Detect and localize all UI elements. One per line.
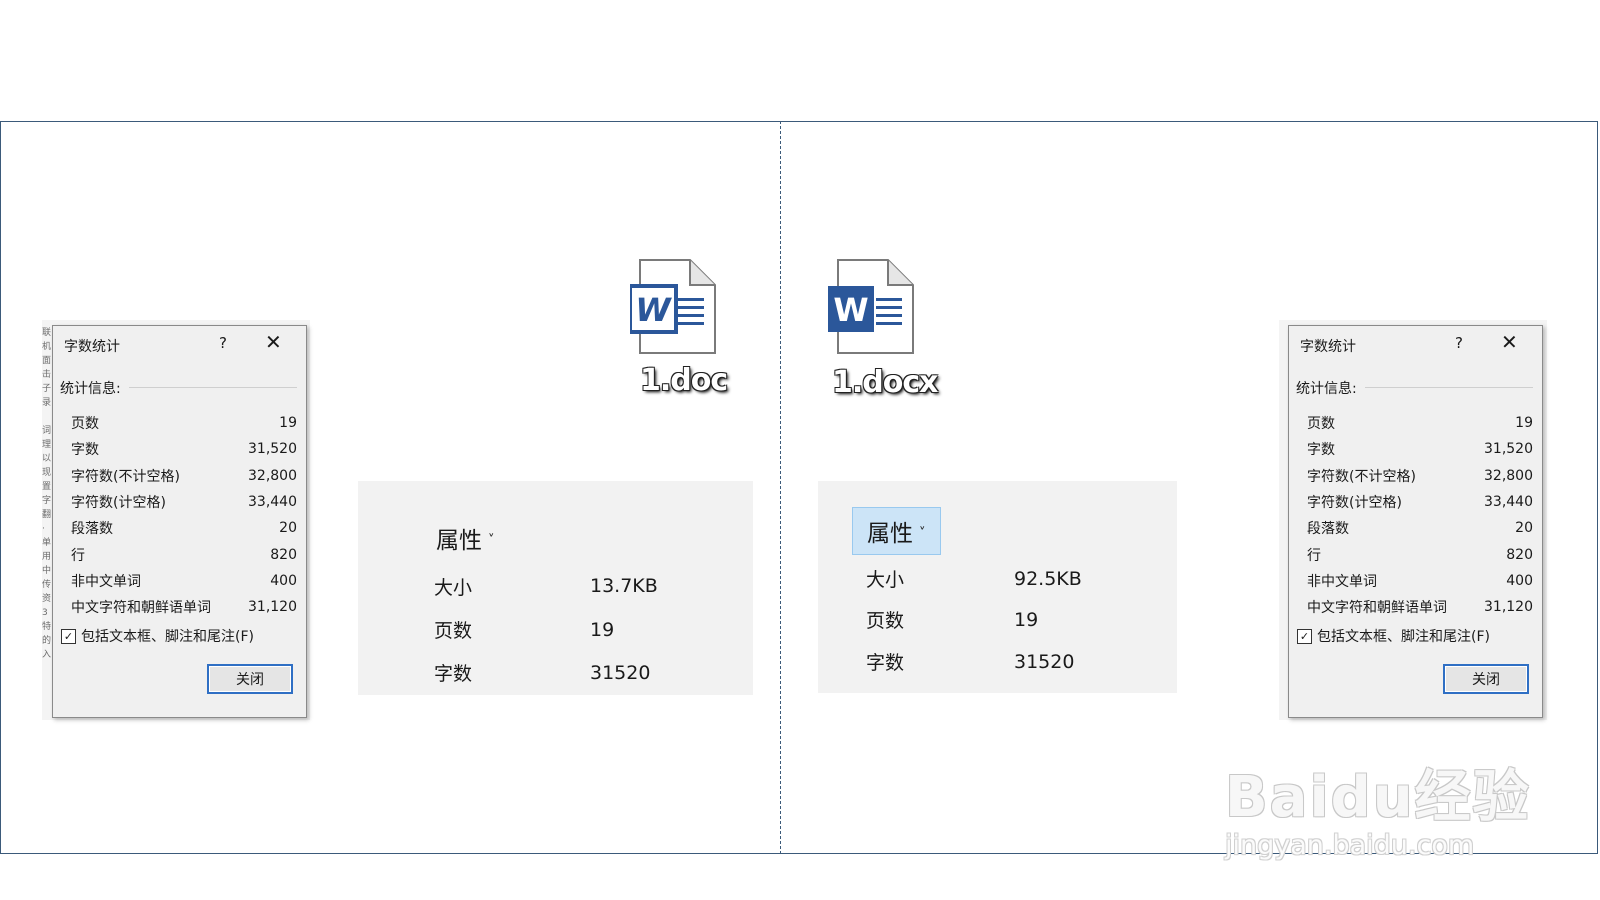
close-icon[interactable]: ✕ bbox=[265, 332, 282, 352]
stat-row: 中文字符和朝鲜语单词 31,120 bbox=[1307, 594, 1533, 620]
properties-title: 属性 bbox=[436, 528, 482, 554]
stat-label: 非中文单词 bbox=[71, 573, 141, 590]
word-docx-icon[interactable]: W bbox=[828, 258, 918, 358]
stat-value: 20 bbox=[1515, 520, 1533, 537]
stat-label: 中文字符和朝鲜语单词 bbox=[1307, 600, 1447, 617]
property-value: 31520 bbox=[1014, 651, 1075, 673]
baidu-watermark: Baidu经验 bbox=[1225, 765, 1531, 830]
stat-row: 字数 31,520 bbox=[1307, 436, 1533, 462]
stat-row: 字符数(计空格) 33,440 bbox=[1307, 489, 1533, 515]
stat-value: 19 bbox=[279, 415, 297, 432]
stat-label: 页数 bbox=[71, 416, 99, 433]
stat-value: 31,120 bbox=[248, 599, 297, 616]
stat-label: 字数 bbox=[1307, 442, 1335, 459]
property-label: 大小 bbox=[866, 569, 905, 591]
stat-label: 行 bbox=[1307, 547, 1321, 564]
stat-label: 中文字符和朝鲜语单词 bbox=[71, 600, 211, 617]
stats-list: 页数 19 字数 31,520 字符数(不计空格) 32,800 字符数(计空格) 33… bbox=[1307, 410, 1533, 620]
docx-filename[interactable]: 1.docx bbox=[832, 365, 938, 400]
stat-label: 字符数(计空格) bbox=[1307, 495, 1402, 512]
stats-list: 页数 19 字数 31,520 字符数(不计空格) 32,800 字符数(计空格) 33… bbox=[71, 410, 297, 620]
stat-value: 820 bbox=[1506, 546, 1533, 563]
close-button[interactable]: 关闭 bbox=[207, 664, 293, 694]
checkbox-checked-icon[interactable]: ✓ bbox=[1297, 628, 1312, 644]
center-divider bbox=[780, 121, 781, 854]
stat-value: 400 bbox=[1506, 572, 1533, 589]
stat-label: 段落数 bbox=[1307, 521, 1349, 538]
property-value: 13.7KB bbox=[590, 575, 658, 597]
properties-header[interactable]: 属性 ˅ bbox=[852, 507, 941, 555]
stat-row: 段落数 20 bbox=[1307, 515, 1533, 541]
stat-label: 字符数(不计空格) bbox=[71, 468, 180, 485]
property-value: 19 bbox=[1014, 609, 1039, 631]
stat-label: 段落数 bbox=[71, 521, 113, 538]
stat-label: 页数 bbox=[1307, 416, 1335, 433]
docx-properties-panel: 属性 ˅ 大小 92.5KB 页数 19 字数 31520 bbox=[818, 481, 1177, 693]
stat-value: 32,800 bbox=[248, 467, 297, 484]
stat-row: 非中文单词 400 bbox=[1307, 568, 1533, 594]
chevron-down-icon: ˅ bbox=[919, 525, 926, 541]
section-separator bbox=[1365, 387, 1533, 388]
stat-row: 行 820 bbox=[1307, 541, 1533, 567]
checkbox-label: 包括文本框、脚注和尾注(F) bbox=[81, 629, 254, 645]
property-label: 大小 bbox=[434, 577, 473, 599]
help-button[interactable]: ? bbox=[1455, 334, 1463, 352]
word-count-dialog-left: 字数统计 ? ✕ 统计信息: 页数 19 字数 31,520 字符数(不计空格) 32… bbox=[52, 325, 307, 718]
stat-value: 32,800 bbox=[1484, 467, 1533, 484]
stat-row: 字数 31,520 bbox=[71, 436, 297, 462]
property-label: 字数 bbox=[434, 663, 473, 685]
stat-row: 段落数 20 bbox=[71, 515, 297, 541]
stat-value: 31,520 bbox=[1484, 441, 1533, 458]
section-label: 统计信息: bbox=[60, 381, 121, 397]
stat-row: 行 820 bbox=[71, 541, 297, 567]
section-label: 统计信息: bbox=[1296, 381, 1357, 397]
stat-row: 页数 19 bbox=[1307, 410, 1533, 436]
word-doc-icon[interactable]: W bbox=[628, 258, 720, 358]
checkbox-label: 包括文本框、脚注和尾注(F) bbox=[1317, 629, 1490, 645]
property-value: 92.5KB bbox=[1014, 568, 1082, 590]
word-count-dialog-right: 字数统计 ? ✕ 统计信息: 页数 19 字数 31,520 字符数(不计空格) 32… bbox=[1288, 325, 1543, 718]
dialog-title: 字数统计 bbox=[1300, 339, 1356, 355]
stat-row: 字符数(计空格) 33,440 bbox=[71, 489, 297, 515]
close-icon[interactable]: ✕ bbox=[1501, 332, 1518, 352]
property-value: 19 bbox=[590, 619, 615, 641]
stat-value: 400 bbox=[270, 572, 297, 589]
stat-value: 31,520 bbox=[248, 441, 297, 458]
doc-properties-panel: 属性 ˅ 大小 13.7KB 页数 19 字数 31520 bbox=[358, 481, 753, 695]
doc-filename[interactable]: 1.doc bbox=[640, 363, 728, 398]
help-button[interactable]: ? bbox=[219, 334, 227, 352]
stat-label: 字符数(计空格) bbox=[71, 495, 166, 512]
stat-row: 非中文单词 400 bbox=[71, 568, 297, 594]
property-label: 字数 bbox=[866, 652, 905, 674]
stat-value: 20 bbox=[279, 520, 297, 537]
stat-row: 字符数(不计空格) 32,800 bbox=[71, 463, 297, 489]
section-separator bbox=[129, 387, 297, 388]
stat-row: 页数 19 bbox=[71, 410, 297, 436]
stat-value: 33,440 bbox=[1484, 494, 1533, 511]
properties-title: 属性 bbox=[867, 521, 913, 547]
property-label: 页数 bbox=[866, 610, 905, 632]
svg-text:W: W bbox=[833, 291, 868, 329]
stat-label: 字符数(不计空格) bbox=[1307, 468, 1416, 485]
svg-text:W: W bbox=[635, 291, 672, 329]
include-textbox-checkbox[interactable]: ✓ 包括文本框、脚注和尾注(F) bbox=[61, 626, 254, 646]
include-textbox-checkbox[interactable]: ✓ 包括文本框、脚注和尾注(F) bbox=[1297, 626, 1490, 646]
chevron-down-icon: ˅ bbox=[488, 532, 495, 548]
stat-row: 中文字符和朝鲜语单词 31,120 bbox=[71, 594, 297, 620]
stat-label: 非中文单词 bbox=[1307, 573, 1377, 590]
stat-label: 行 bbox=[71, 547, 85, 564]
dialog-title: 字数统计 bbox=[64, 339, 120, 355]
close-button[interactable]: 关闭 bbox=[1443, 664, 1529, 694]
checkbox-checked-icon[interactable]: ✓ bbox=[61, 628, 76, 644]
stat-label: 字数 bbox=[71, 442, 99, 459]
stat-value: 31,120 bbox=[1484, 599, 1533, 616]
property-label: 页数 bbox=[434, 620, 473, 642]
stat-value: 33,440 bbox=[248, 494, 297, 511]
properties-header[interactable]: 属性 ˅ bbox=[436, 521, 495, 555]
stat-value: 820 bbox=[270, 546, 297, 563]
stat-value: 19 bbox=[1515, 415, 1533, 432]
property-value: 31520 bbox=[590, 662, 651, 684]
watermark-url: jingyan.baidu.com bbox=[1225, 830, 1475, 861]
stat-row: 字符数(不计空格) 32,800 bbox=[1307, 463, 1533, 489]
